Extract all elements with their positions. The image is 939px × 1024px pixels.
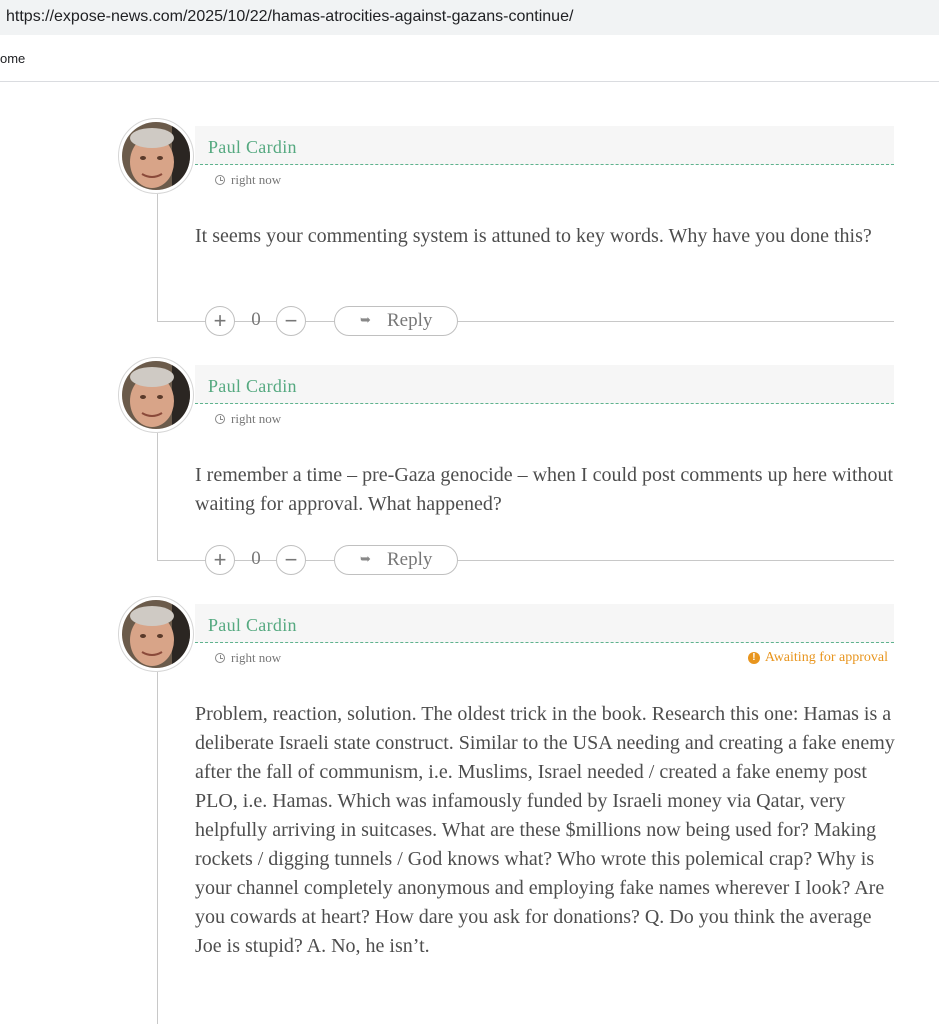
thread-line — [157, 433, 158, 560]
comment-meta: right now — [215, 650, 281, 666]
comment-header: Paul Cardin — [195, 365, 894, 404]
plus-icon: + — [213, 547, 227, 572]
url-text[interactable]: https://expose-news.com/2025/10/22/hamas… — [6, 8, 573, 26]
author-name[interactable]: Paul Cardin — [208, 137, 297, 158]
address-bar[interactable]: https://expose-news.com/2025/10/22/hamas… — [0, 0, 939, 35]
upvote-button[interactable]: + — [205, 545, 235, 575]
comment-divider — [157, 560, 894, 561]
minus-icon: − — [284, 547, 298, 572]
comment-meta: right now — [215, 172, 281, 188]
reply-arrow-icon: ➥ — [360, 552, 371, 567]
vote-count: 0 — [251, 309, 261, 330]
bookmarks-bar: ome — [0, 35, 939, 82]
comment-time[interactable]: right now — [231, 650, 281, 665]
upvote-button[interactable]: + — [205, 306, 235, 336]
author-name[interactable]: Paul Cardin — [208, 615, 297, 636]
avatar[interactable] — [118, 357, 194, 433]
thread-line — [157, 194, 158, 321]
comment-text: I remember a time – pre-Gaza genocide – … — [195, 464, 894, 515]
bookmark-item-home[interactable]: ome — [0, 51, 25, 66]
avatar[interactable] — [118, 118, 194, 194]
reply-button[interactable]: ➥ Reply — [334, 306, 458, 336]
author-name[interactable]: Paul Cardin — [208, 376, 297, 397]
comment-meta: right now — [215, 411, 281, 427]
downvote-button[interactable]: − — [276, 545, 306, 575]
reply-label: Reply — [387, 549, 433, 570]
comment-header: Paul Cardin — [195, 604, 894, 643]
plus-icon: + — [213, 308, 227, 333]
avatar[interactable] — [118, 596, 194, 672]
comment-time[interactable]: right now — [231, 172, 281, 187]
comment-text: Problem, reaction, solution. The oldest … — [195, 703, 895, 957]
reply-button[interactable]: ➥ Reply — [334, 545, 458, 575]
reply-label: Reply — [387, 310, 433, 331]
comment-header: Paul Cardin — [195, 126, 894, 165]
comment-divider — [157, 321, 894, 322]
comment-text: It seems your commenting system is attun… — [195, 225, 872, 247]
vote-count: 0 — [251, 548, 261, 569]
clock-icon — [215, 653, 225, 663]
clock-icon — [215, 175, 225, 185]
thread-line — [157, 672, 158, 1024]
approval-status-text: Awaiting for approval — [764, 650, 888, 665]
minus-icon: − — [284, 308, 298, 333]
downvote-button[interactable]: − — [276, 306, 306, 336]
warning-icon: ! — [747, 652, 760, 664]
comment-time[interactable]: right now — [231, 411, 281, 426]
clock-icon — [215, 414, 225, 424]
approval-status: ! Awaiting for approval — [747, 650, 888, 666]
reply-arrow-icon: ➥ — [360, 313, 371, 328]
